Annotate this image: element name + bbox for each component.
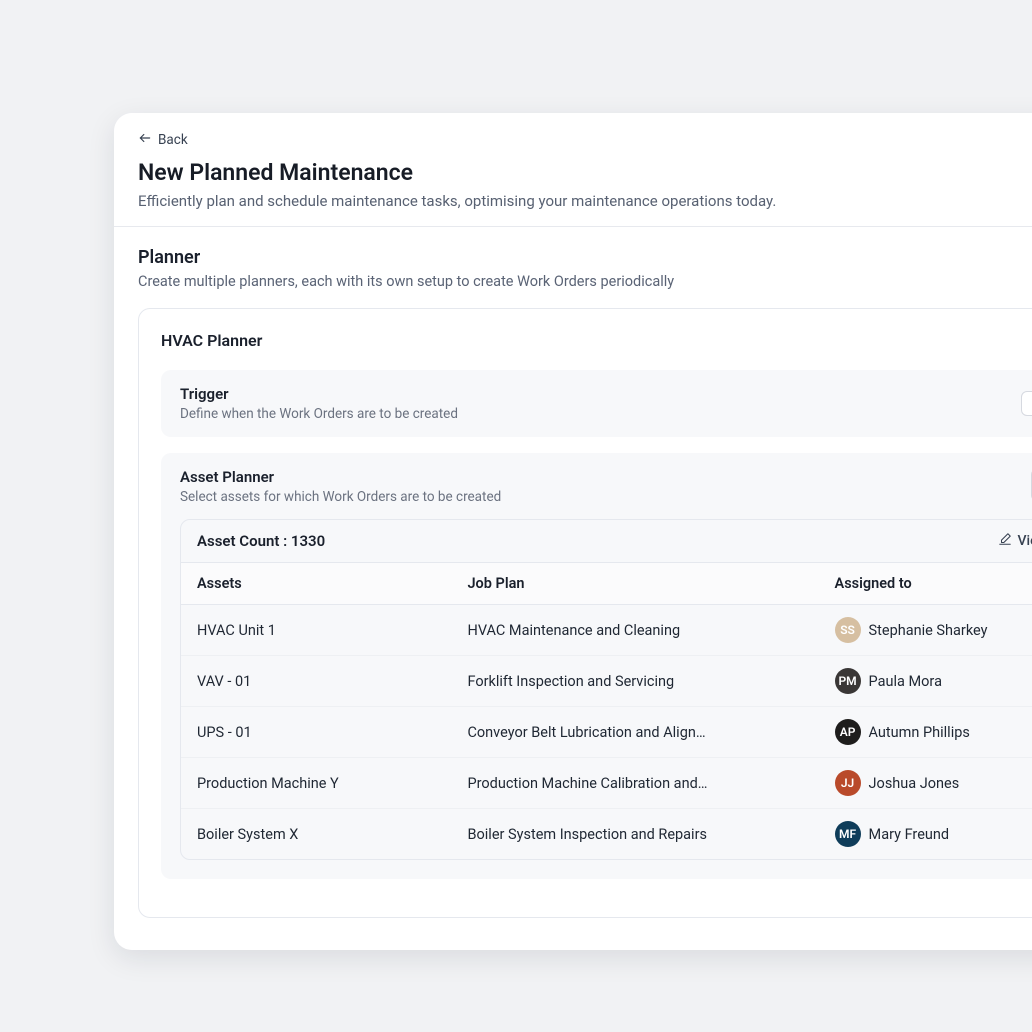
assets-table: Assets Job Plan Assigned to HVAC Unit 1H… <box>181 562 1032 859</box>
page-title: New Planned Maintenance <box>138 159 1032 186</box>
asset-planner-subtitle: Select assets for which Work Orders are … <box>180 489 501 505</box>
col-assets: Assets <box>181 563 451 605</box>
trigger-title: Trigger <box>180 385 458 403</box>
asset-table-card: Asset Count : 1330 View & Customise Asse… <box>180 519 1032 860</box>
avatar: PM <box>835 668 861 694</box>
cell-job-plan: Forklift Inspection and Servicing <box>451 656 818 707</box>
cell-asset: VAV - 01 <box>181 656 451 707</box>
view-customise-label: View & Customise <box>1018 533 1032 549</box>
page-subtitle: Efficiently plan and schedule maintenanc… <box>138 192 1032 210</box>
assignee-name: Stephanie Sharkey <box>869 622 988 639</box>
edit-icon <box>998 532 1012 550</box>
col-assigned-to: Assigned to <box>819 563 1032 605</box>
cell-assigned-to: SS Stephanie Sharkey <box>819 605 1032 656</box>
page-body: Planner Create multiple planners, each w… <box>114 227 1032 942</box>
cell-job-plan: Production Machine Calibration and Testi… <box>451 758 818 809</box>
cell-asset: Boiler System X <box>181 809 451 860</box>
view-customise-button[interactable]: View & Customise <box>998 532 1032 550</box>
cell-assigned-to: PM Paula Mora <box>819 656 1032 707</box>
assignee-name: Paula Mora <box>869 673 942 690</box>
cell-job-plan: Boiler System Inspection and Repairs <box>451 809 818 860</box>
cell-asset: Production Machine Y <box>181 758 451 809</box>
page-header: Back New Planned Maintenance Efficiently… <box>114 113 1032 227</box>
planner-card: HVAC Planner Trigger Define when the Wor… <box>138 308 1032 918</box>
asset-planner-panel: Asset Planner Select assets for which Wo… <box>161 453 1032 879</box>
col-job-plan: Job Plan <box>451 563 818 605</box>
planner-name: HVAC Planner <box>161 331 262 350</box>
avatar: SS <box>835 617 861 643</box>
back-label: Back <box>158 132 188 148</box>
cell-asset: HVAC Unit 1 <box>181 605 451 656</box>
page-card: Back New Planned Maintenance Efficiently… <box>114 113 1032 950</box>
trigger-subtitle: Define when the Work Orders are to be cr… <box>180 406 458 422</box>
table-row[interactable]: Boiler System XBoiler System Inspection … <box>181 809 1032 860</box>
assignee-name: Mary Freund <box>869 826 950 843</box>
trigger-frequency-pill[interactable]: Daily <box>1021 391 1032 416</box>
avatar: MF <box>835 821 861 847</box>
planner-card-head: HVAC Planner <box>161 331 1032 350</box>
cell-assigned-to: AP Autumn Phillips <box>819 707 1032 758</box>
avatar: JJ <box>835 770 861 796</box>
cell-asset: UPS - 01 <box>181 707 451 758</box>
trigger-actions: Daily <box>1021 391 1032 416</box>
arrow-left-icon <box>138 131 152 149</box>
back-button[interactable]: Back <box>138 131 188 149</box>
assignee-name: Autumn Phillips <box>869 724 970 741</box>
planner-section-head: Planner Create multiple planners, each w… <box>138 247 1032 290</box>
avatar: AP <box>835 719 861 745</box>
asset-planner-title: Asset Planner <box>180 468 501 486</box>
cell-assigned-to: JJ Joshua Jones <box>819 758 1032 809</box>
planner-section-title: Planner <box>138 247 674 268</box>
asset-count-label: Asset Count : 1330 <box>197 532 325 550</box>
table-row[interactable]: UPS - 01Conveyor Belt Lubrication and Al… <box>181 707 1032 758</box>
assignee-name: Joshua Jones <box>869 775 960 792</box>
trigger-panel: Trigger Define when the Work Orders are … <box>161 370 1032 437</box>
table-header-row: Assets Job Plan Assigned to <box>181 563 1032 605</box>
cell-job-plan: HVAC Maintenance and Cleaning <box>451 605 818 656</box>
table-row[interactable]: Production Machine Y Production Machine … <box>181 758 1032 809</box>
table-row[interactable]: VAV - 01Forklift Inspection and Servicin… <box>181 656 1032 707</box>
table-row[interactable]: HVAC Unit 1HVAC Maintenance and Cleaning… <box>181 605 1032 656</box>
cell-job-plan: Conveyor Belt Lubrication and Alignment <box>451 707 818 758</box>
planner-section-subtitle: Create multiple planners, each with its … <box>138 273 674 290</box>
cell-assigned-to: MF Mary Freund <box>819 809 1032 860</box>
asset-count-bar: Asset Count : 1330 View & Customise <box>181 520 1032 562</box>
